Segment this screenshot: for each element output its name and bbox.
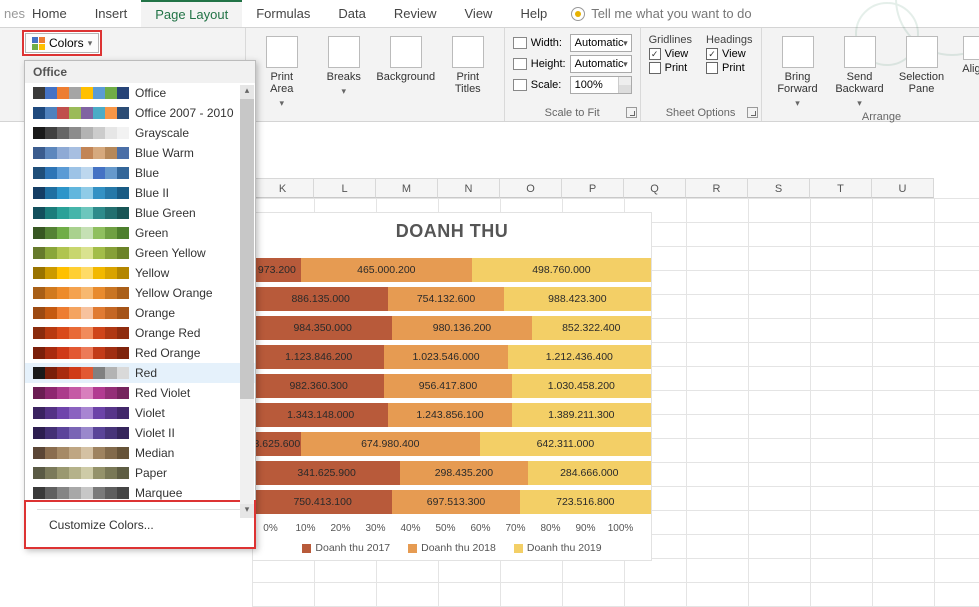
print-titles-button[interactable]: Print Titles [440,32,496,95]
scheme-median[interactable]: Median [25,443,255,463]
col-header-O[interactable]: O [500,178,562,198]
scheme-blue[interactable]: Blue [25,163,255,183]
tab-formulas[interactable]: Formulas [242,0,324,27]
colors-button[interactable]: Colors ▾ [25,33,99,53]
chart-bar: 750.413.100697.513.300723.516.800 [253,490,651,514]
column-headers: KLMNOPQRSTU [252,178,934,198]
gridlines-header: Gridlines [649,34,692,46]
height-icon [513,58,527,70]
theme-colors-panel: Office OfficeOffice 2007 - 2010Grayscale… [24,60,256,549]
col-header-R[interactable]: R [686,178,748,198]
scheme-paper[interactable]: Paper [25,463,255,483]
tell-me[interactable]: Tell me what you want to do [561,6,751,21]
sheet-options-launcher[interactable] [747,107,758,118]
tab-file-edge[interactable]: nes [0,0,18,27]
chart-bar: 984.350.000980.136.200852.322.400 [253,316,651,340]
col-header-U[interactable]: U [872,178,934,198]
chart-bar: 886.135.000754.132.600988.423.300 [253,287,651,311]
panel-scrollbar[interactable]: ▴▾ [240,85,254,518]
chart-x-axis: 0%10%20%30%40%50%60%70%80%90%100% [253,519,651,534]
chart-bar: 1.123.846.2001.023.546.0001.212.436.400 [253,345,651,369]
col-header-S[interactable]: S [748,178,810,198]
scale-icon [513,79,527,91]
scheme-grayscale[interactable]: Grayscale [25,123,255,143]
scheme-violet[interactable]: Violet [25,403,255,423]
chart-bar: 982.360.300956.417.8001.030.458.200 [253,374,651,398]
chart-bar: 341.625.900298.435.200284.666.000 [253,461,651,485]
ribbon-tabs: nes HomeInsertPage LayoutFormulasDataRev… [0,0,979,28]
scheme-violet-ii[interactable]: Violet II [25,423,255,443]
scheme-blue-ii[interactable]: Blue II [25,183,255,203]
scheme-green-yellow[interactable]: Green Yellow [25,243,255,263]
group-scale-label: Scale to Fit [513,105,632,119]
scale-to-fit: Width: Automatic Height: Automatic Scale… [513,32,632,94]
breaks-button[interactable]: Breaks▾ [316,32,372,97]
width-select[interactable]: Automatic [570,34,632,52]
chart-legend: Doanh thu 2017 Doanh thu 2018 Doanh thu … [253,534,651,554]
tab-help[interactable]: Help [506,0,561,27]
scheme-green[interactable]: Green [25,223,255,243]
col-header-N[interactable]: N [438,178,500,198]
headings-header: Headings [706,34,752,46]
background-button[interactable]: Background [378,32,434,83]
print-area-button[interactable]: Print Area▾ [254,32,310,109]
gridlines-print-check[interactable]: Print [649,62,692,74]
width-icon [513,37,527,49]
scheme-red-violet[interactable]: Red Violet [25,383,255,403]
scheme-office[interactable]: Office [25,83,255,103]
col-header-Q[interactable]: Q [624,178,686,198]
scheme-blue-warm[interactable]: Blue Warm [25,143,255,163]
panel-header: Office [25,61,255,83]
tab-view[interactable]: View [451,0,507,27]
col-header-M[interactable]: M [376,178,438,198]
chart-bar: 1.343.148.0001.243.856.1001.389.211.300 [253,403,651,427]
scheme-blue-green[interactable]: Blue Green [25,203,255,223]
col-header-T[interactable]: T [810,178,872,198]
scheme-yellow-orange[interactable]: Yellow Orange [25,283,255,303]
bring-forward-button[interactable]: Bring Forward▾ [770,32,826,109]
scale-spinner[interactable]: 100% [570,76,632,94]
send-backward-button[interactable]: Send Backward▾ [832,32,888,109]
scheme-office-2007-2010[interactable]: Office 2007 - 2010 [25,103,255,123]
colors-button-highlight: Colors ▾ [22,30,102,56]
col-header-P[interactable]: P [562,178,624,198]
tab-data[interactable]: Data [324,0,379,27]
align-button[interactable]: Align [956,32,979,75]
chart-bar: 973.200465.000.200498.760.000 [253,258,651,282]
col-header-K[interactable]: K [252,178,314,198]
tab-home[interactable]: Home [18,0,81,27]
scheme-orange-red[interactable]: Orange Red [25,323,255,343]
tab-page-layout[interactable]: Page Layout [141,0,242,27]
chart[interactable]: DOANH THU 973.200465.000.200498.760.000 8… [252,212,652,561]
headings-print-check[interactable]: Print [706,62,752,74]
scheme-yellow[interactable]: Yellow [25,263,255,283]
scheme-marquee[interactable]: Marquee [25,483,255,501]
tab-insert[interactable]: Insert [81,0,142,27]
scale-launcher[interactable] [626,107,637,118]
chart-title: DOANH THU [253,221,651,242]
panel-scroll[interactable]: OfficeOffice 2007 - 2010GrayscaleBlue Wa… [25,83,255,501]
group-sheet-options-label: Sheet Options [649,105,753,119]
tab-review[interactable]: Review [380,0,451,27]
chart-bar: 3.625.600674.980.400642.311.000 [253,432,651,456]
colors-icon [32,37,45,50]
bulb-icon [571,7,585,21]
scheme-red[interactable]: Red [25,363,255,383]
scheme-orange[interactable]: Orange [25,303,255,323]
headings-view-check[interactable]: ✓View [706,48,752,60]
gridlines-view-check[interactable]: ✓View [649,48,692,60]
col-header-L[interactable]: L [314,178,376,198]
selection-pane-button[interactable]: Selection Pane [894,32,950,95]
group-arrange-label: Arrange [770,109,979,123]
scheme-red-orange[interactable]: Red Orange [25,343,255,363]
height-select[interactable]: Automatic [570,55,632,73]
customize-colors-item[interactable]: Customize Colors... [37,509,243,540]
